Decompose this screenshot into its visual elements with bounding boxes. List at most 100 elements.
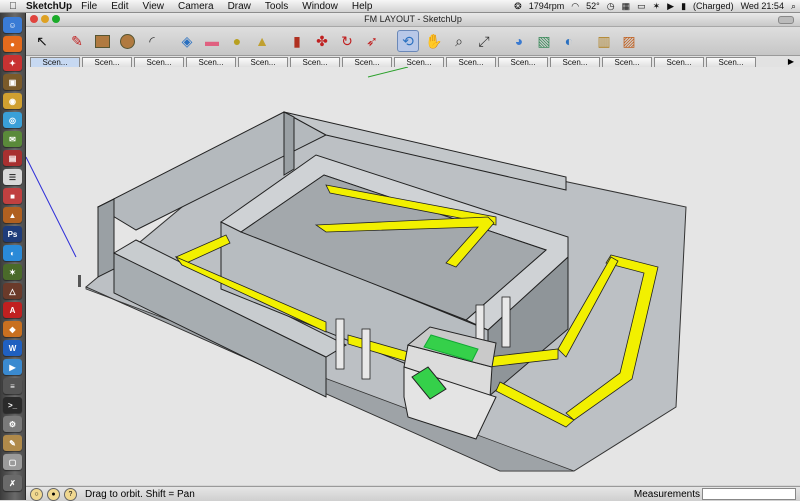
orbit-tool-icon[interactable]: ⟲ [397,30,419,52]
menu-window[interactable]: Window [302,1,338,12]
word-icon[interactable]: W [3,340,22,356]
window-controls [30,15,60,23]
clock-icon[interactable]: ◷ [607,1,615,12]
status-hint: Drag to orbit. Shift = Pan [85,488,195,500]
scene-scroll-icon[interactable]: ▶ [788,57,794,66]
safari-icon[interactable]: ◎ [3,112,22,128]
rectangle-tool-icon[interactable] [92,31,112,51]
fan-icon[interactable]: ❂ [514,1,522,12]
component-tool-icon[interactable]: ◈ [177,31,197,51]
app-blue-icon[interactable]: ▶ [3,359,22,375]
model-viewport[interactable] [25,66,800,485]
get-models-icon[interactable]: ◕ [509,31,529,51]
toolbar-toggle-button[interactable] [778,16,794,24]
flash-icon[interactable]: ✦ [3,55,22,71]
menu-tools[interactable]: Tools [265,1,288,12]
eraser-tool-icon[interactable]: ▬ [202,31,222,51]
wifi-icon[interactable]: ◠ [571,1,579,12]
zoom-tool-icon[interactable]: ⌕ [449,31,469,51]
frame-post-back [283,111,295,176]
app-orange-icon[interactable]: ◆ [3,321,22,337]
finder-icon[interactable]: ☺ [3,17,22,33]
dock: ☺ ● ✦ ▣ ◉ ◎ ✉ ▤ ☰ ■ ▲ Ps ◐ ✶ △ A ◆ W ▶ ≡… [0,13,26,500]
measurements-label: Measurements [633,488,700,500]
help-icon[interactable]: ? [64,487,77,501]
firefox-icon[interactable]: ● [3,36,22,52]
volume-icon[interactable]: ▶ [667,1,674,12]
temperature: 52° [586,1,600,11]
document-icon[interactable]: ☰ [3,169,22,185]
select-tool-icon[interactable]: ↖ [32,31,52,51]
human-figure [78,275,81,287]
push-pull-icon[interactable]: ▮ [287,31,307,51]
app-brown-icon[interactable]: △ [3,283,22,299]
materials-icon[interactable]: ▨ [619,31,639,51]
spotlight-icon[interactable]: ⌕ [791,1,796,12]
battery-icon[interactable]: ▮ [681,1,686,12]
pan-tool-icon[interactable]: ✋ [424,31,444,51]
photo-icon[interactable]: ▣ [3,74,22,90]
title-bar: FM LAYOUT - SketchUp [26,13,800,27]
menu-camera[interactable]: Camera [178,1,214,12]
trash-icon[interactable]: ✗ [3,475,22,491]
tape-measure-icon[interactable]: ● [227,31,247,51]
frame-post-left [97,198,115,278]
zoom-icon[interactable] [52,15,60,23]
share-model-icon[interactable]: ▧ [534,31,554,51]
google-earth-icon[interactable]: ◐ [3,245,22,261]
system-prefs-icon[interactable]: ⚙ [3,416,22,432]
close-icon[interactable] [30,15,38,23]
follow-me-icon[interactable]: ➶ [362,31,382,51]
fan-speed: 1794rpm [528,1,565,11]
status-bar: ○ ● ? Drag to orbit. Shift = Pan Measure… [26,486,800,501]
menu-edit[interactable]: Edit [111,1,128,12]
apple-icon[interactable]:  [6,1,20,12]
green-axis [367,66,409,78]
circle-tool-icon[interactable] [117,31,137,51]
model-canvas[interactable] [25,66,800,485]
menu-extras: ❂ 1794rpm ◠ 52° ◷ ▦ ▭ ✶ ▶ ▮ (Charged) We… [514,0,796,12]
geo-location-icon[interactable]: ○ [30,487,43,501]
measurements-input[interactable] [702,488,796,500]
pillar [335,318,345,370]
google-earth-tool-icon[interactable]: ◐ [559,31,579,51]
ichat-icon[interactable]: ✉ [3,131,22,147]
app-red-icon[interactable]: ■ [3,188,22,204]
pillar [361,328,371,380]
media-icon[interactable]: ◉ [3,93,22,109]
window-title: FM LAYOUT - SketchUp [364,14,462,24]
toolbar: ↖ ✎ ◜ ◈ ▬ ● ▲ ▮ ✤ ↻ ➶ ⟲ ✋ ⌕ ⤢ ◕ ▧ ◐ ▥ ▨ [26,27,800,56]
menu-draw[interactable]: Draw [228,1,251,12]
pillar [501,296,511,348]
clock[interactable]: Wed 21:54 [741,1,784,11]
pencil-tool-icon[interactable]: ✎ [67,31,87,51]
photoshop-icon[interactable]: Ps [3,226,22,242]
app-green-icon[interactable]: ✶ [3,264,22,280]
menu-file[interactable]: File [81,1,97,12]
notes-icon[interactable]: ✎ [3,435,22,451]
app-a-icon[interactable]: A [3,302,22,318]
minimize-icon[interactable] [41,15,49,23]
activity-monitor-icon[interactable]: ≡ [3,378,22,394]
calendar-icon[interactable]: ▦ [622,1,631,12]
rotate-tool-icon[interactable]: ↻ [337,31,357,51]
bluetooth-icon[interactable]: ✶ [653,1,661,12]
app-menu[interactable]: SketchUp [26,1,72,12]
sketchup-icon[interactable]: ▲ [3,207,22,223]
paint-bucket-icon[interactable]: ▲ [252,31,272,51]
menu-help[interactable]: Help [352,1,373,12]
move-tool-icon[interactable]: ✤ [312,31,332,51]
battery-status: (Charged) [693,1,734,11]
menu-view[interactable]: View [142,1,164,12]
display-icon[interactable]: ▭ [637,1,646,12]
folder-icon[interactable]: ▢ [3,454,22,470]
arc-tool-icon[interactable]: ◜ [142,31,162,51]
menu-bar:  SketchUp File Edit View Camera Draw To… [0,0,800,13]
terminal-icon[interactable]: >_ [3,397,22,413]
zoom-extents-icon[interactable]: ⤢ [474,31,494,51]
sketchup-window: FM LAYOUT - SketchUp ↖ ✎ ◜ ◈ ▬ ● ▲ ▮ ✤ ↻… [25,13,800,500]
components-browser-icon[interactable]: ▥ [594,31,614,51]
credits-icon[interactable]: ● [47,487,60,501]
calendar-app-icon[interactable]: ▤ [3,150,22,166]
blue-axis [25,156,77,258]
